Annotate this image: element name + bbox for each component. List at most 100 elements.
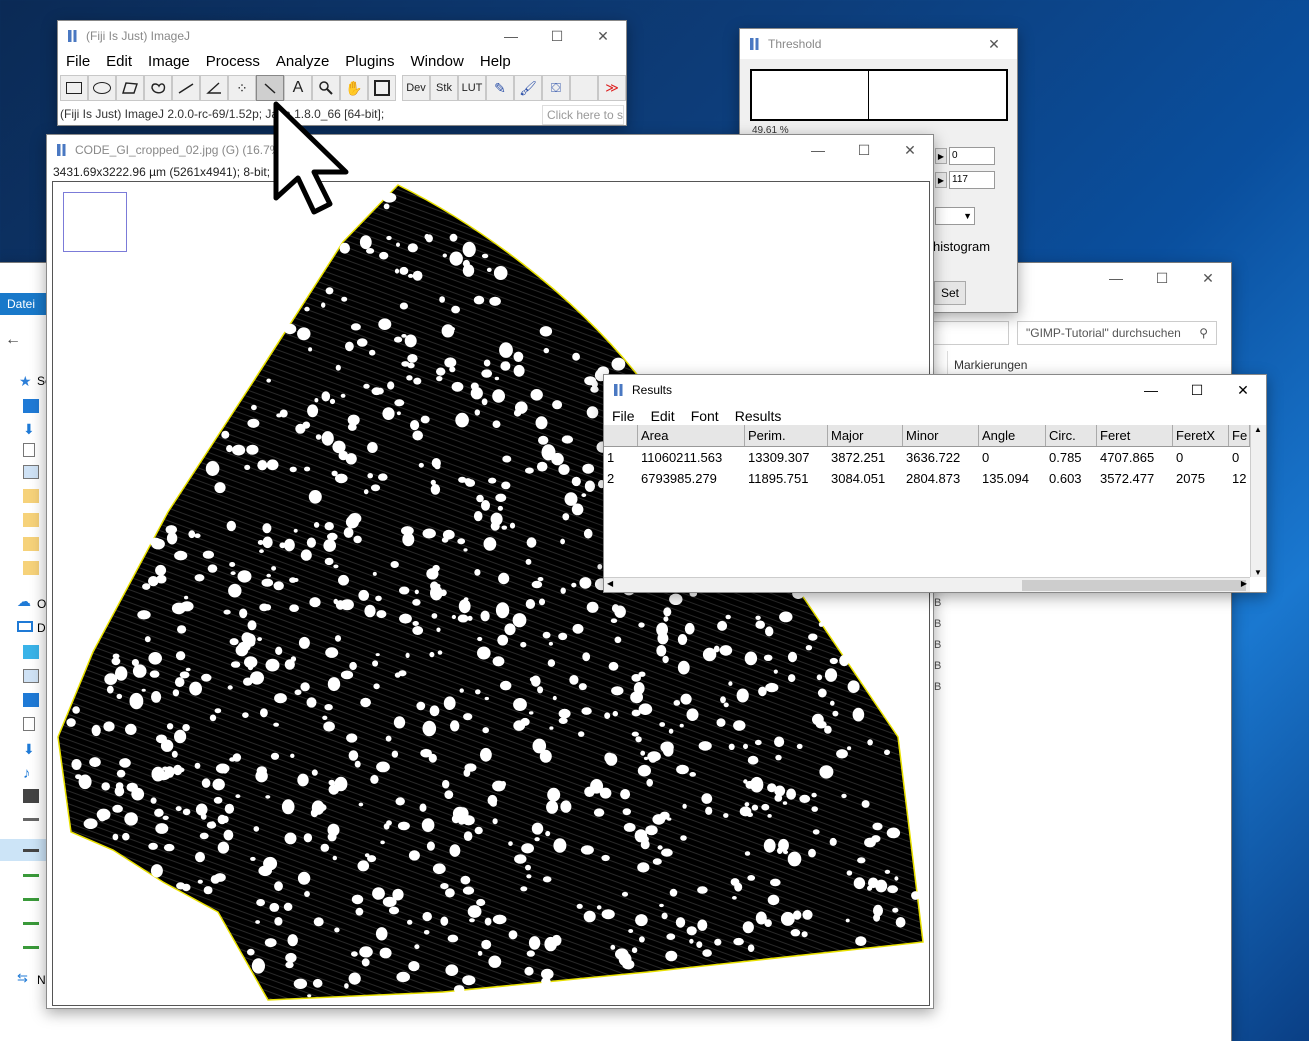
wand-tool-icon[interactable] — [256, 75, 284, 101]
picture-icon[interactable] — [23, 669, 39, 683]
multipoint-tool-icon[interactable]: ⁘ — [228, 75, 256, 101]
column-header[interactable] — [604, 425, 638, 446]
list-item[interactable]: B — [934, 660, 941, 672]
3d-objects-icon[interactable] — [23, 645, 39, 659]
min-slider[interactable]: ▶ 0 — [935, 147, 995, 165]
folder-icon[interactable] — [23, 489, 39, 503]
minimize-button[interactable]: — — [488, 21, 534, 51]
column-header[interactable]: Major — [828, 425, 903, 446]
menu-help[interactable]: Help — [472, 51, 519, 73]
document-icon[interactable] — [23, 717, 35, 731]
more-tools-icon[interactable]: ≫ — [598, 75, 626, 101]
column-header[interactable]: FeretX — [1173, 425, 1229, 446]
list-item[interactable]: B — [934, 597, 941, 609]
oval-tool-icon[interactable] — [88, 75, 116, 101]
pencil-tool-icon[interactable]: ✎ — [486, 75, 514, 101]
scroll-right-icon[interactable]: ▶ — [1241, 579, 1247, 588]
maximize-button[interactable]: ☐ — [1139, 263, 1185, 293]
close-button[interactable]: ✕ — [1185, 263, 1231, 293]
menu-plugins[interactable]: Plugins — [337, 51, 402, 73]
magnifier-tool-icon[interactable] — [312, 75, 340, 101]
column-header[interactable]: Minor — [903, 425, 979, 446]
color-picker-tool-icon[interactable] — [368, 75, 396, 101]
column-header[interactable]: Circ. — [1046, 425, 1097, 446]
vertical-scrollbar[interactable]: ▲ ▼ — [1250, 425, 1266, 577]
menu-edit[interactable]: Edit — [98, 51, 140, 73]
network-drive-icon[interactable] — [23, 941, 39, 949]
cloud-icon[interactable]: ☁ — [17, 593, 33, 609]
stacks-menu-button[interactable]: Stk — [430, 75, 458, 101]
close-button[interactable]: ✕ — [887, 135, 933, 165]
close-button[interactable]: ✕ — [580, 21, 626, 51]
desktop-icon[interactable] — [23, 399, 39, 413]
network-drive-icon[interactable] — [23, 917, 39, 925]
column-header-markierungen[interactable]: Markierungen — [954, 358, 1027, 372]
lut-menu-button[interactable]: LUT — [458, 75, 486, 101]
star-icon[interactable]: ★ — [19, 373, 35, 389]
list-item[interactable]: B — [934, 681, 941, 693]
column-header[interactable]: Fe — [1229, 425, 1250, 446]
hand-tool-icon[interactable]: ✋ — [340, 75, 368, 101]
network-icon[interactable]: ⇆ — [17, 970, 33, 985]
desktop-icon[interactable] — [23, 693, 39, 707]
scroll-down-icon[interactable]: ▼ — [1254, 568, 1262, 577]
maximize-button[interactable]: ☐ — [534, 21, 580, 51]
column-header[interactable]: Angle — [979, 425, 1046, 446]
polygon-tool-icon[interactable] — [116, 75, 144, 101]
network-drive-icon[interactable] — [23, 869, 39, 877]
scroll-left-icon[interactable]: ◀ — [607, 579, 613, 588]
dev-menu-button[interactable]: Dev — [402, 75, 430, 101]
command-search-input[interactable]: Click here to search — [542, 105, 624, 125]
maximize-button[interactable]: ☐ — [841, 135, 887, 165]
maximize-button[interactable]: ☐ — [1174, 375, 1220, 405]
video-icon[interactable] — [23, 789, 39, 803]
method-dropdown[interactable]: ▼ — [935, 207, 975, 225]
search-input[interactable]: "GIMP-Tutorial" durchsuchen ⚲ — [1017, 321, 1217, 345]
menu-font[interactable]: Font — [683, 405, 727, 427]
flood-fill-tool-icon[interactable]: ⛋ — [542, 75, 570, 101]
download-icon[interactable]: ⬇ — [23, 421, 39, 437]
image-canvas[interactable] — [52, 181, 930, 1006]
column-header[interactable]: Feret — [1097, 425, 1173, 446]
close-button[interactable]: ✕ — [971, 29, 1017, 59]
menu-edit[interactable]: Edit — [643, 405, 683, 427]
menu-file[interactable]: File — [604, 405, 643, 427]
minimize-button[interactable]: — — [1128, 375, 1174, 405]
music-icon[interactable]: ♪ — [23, 765, 39, 782]
document-icon[interactable] — [23, 443, 35, 457]
scrollbar-thumb[interactable] — [1022, 580, 1246, 591]
minimize-button[interactable]: — — [1093, 263, 1139, 293]
network-drive-icon[interactable] — [23, 893, 39, 901]
horizontal-scrollbar[interactable]: ◀ ▶ — [604, 577, 1250, 592]
drive-icon[interactable] — [23, 844, 39, 852]
menu-file[interactable]: File — [58, 51, 98, 73]
line-tool-icon[interactable] — [172, 75, 200, 101]
navigator-box[interactable] — [63, 192, 127, 252]
menu-window[interactable]: Window — [403, 51, 472, 73]
max-slider[interactable]: ▶ 117 — [935, 171, 995, 189]
folder-icon[interactable] — [23, 537, 39, 551]
histogram-checkbox-label[interactable]: histogram — [933, 239, 990, 254]
download-icon[interactable]: ⬇ — [23, 741, 39, 757]
brush-tool-icon[interactable]: 🖌 — [514, 75, 542, 101]
menu-analyze[interactable]: Analyze — [268, 51, 337, 73]
increment-arrow-icon[interactable]: ▶ — [935, 148, 947, 164]
rectangle-tool-icon[interactable] — [60, 75, 88, 101]
list-item[interactable]: B — [934, 618, 941, 630]
computer-icon[interactable] — [17, 621, 33, 632]
drive-icon[interactable] — [23, 813, 39, 821]
scroll-up-icon[interactable]: ▲ — [1254, 425, 1262, 434]
folder-icon[interactable] — [23, 513, 39, 527]
back-arrow-icon[interactable]: ← — [5, 331, 21, 348]
menu-process[interactable]: Process — [198, 51, 268, 73]
freehand-tool-icon[interactable] — [144, 75, 172, 101]
column-header[interactable]: Area — [638, 425, 745, 446]
minimize-button[interactable]: — — [795, 135, 841, 165]
text-tool-icon[interactable]: A — [284, 75, 312, 101]
address-bar[interactable] — [929, 321, 1009, 345]
column-header[interactable]: Perim. — [745, 425, 828, 446]
min-value-field[interactable]: 0 — [949, 147, 995, 165]
table-row[interactable]: 1 11060211.563 13309.307 3872.251 3636.7… — [604, 447, 1250, 468]
picture-icon[interactable] — [23, 465, 39, 479]
list-item[interactable]: B — [934, 639, 941, 651]
